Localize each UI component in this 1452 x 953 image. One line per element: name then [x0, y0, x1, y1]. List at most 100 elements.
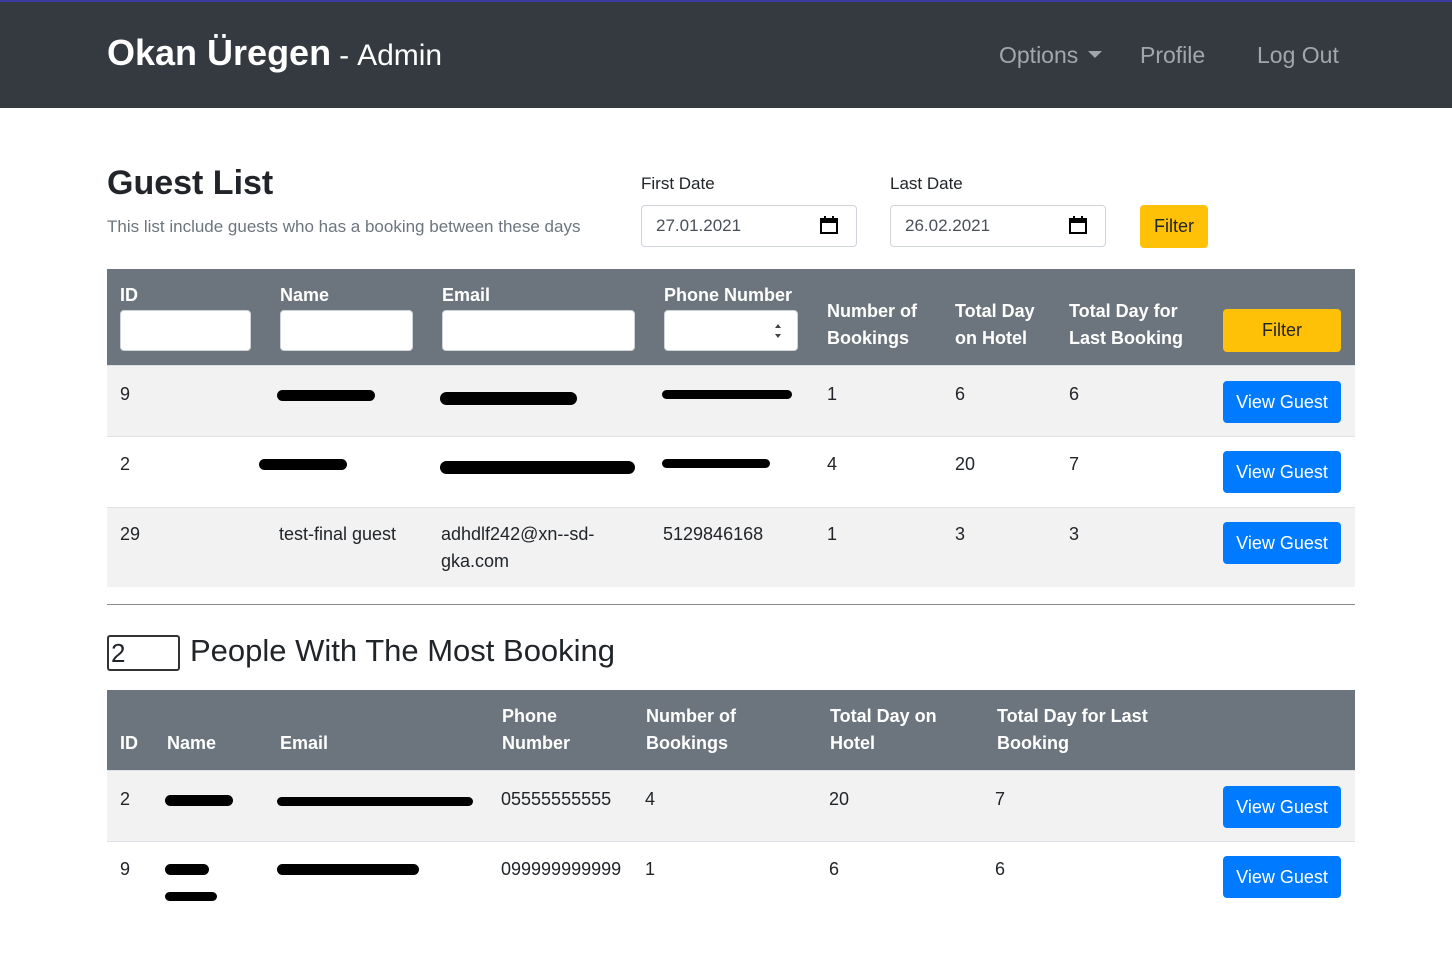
- view-guest-button[interactable]: View Guest: [1223, 381, 1341, 423]
- cell-bookings: 1: [827, 524, 838, 544]
- page-subtitle: This list include guests who has a booki…: [107, 217, 581, 236]
- header-bookings-line2: Bookings: [827, 328, 910, 348]
- cell-last-booking: 6: [995, 859, 1006, 879]
- header-phone-line2: Number: [502, 733, 571, 753]
- redacted-email: [440, 392, 577, 405]
- cell-total-days: 3: [955, 524, 966, 544]
- brand-name: Okan Üregen: [107, 32, 332, 73]
- calendar-icon[interactable]: [820, 216, 838, 234]
- header-bookings-line1: Number of: [646, 706, 736, 726]
- first-date-value: 27.01.2021: [656, 216, 742, 235]
- table-row: 29 test-final guest adhdlf242@xn--sd- gk…: [107, 507, 1355, 587]
- view-guest-button[interactable]: View Guest: [1223, 451, 1341, 493]
- header-bookings: Number of Bookings: [646, 703, 736, 757]
- options-label: Options: [999, 42, 1079, 68]
- redacted-email: [277, 797, 473, 806]
- section-title: People With The Most Booking: [190, 633, 616, 668]
- cell-last-booking: 7: [995, 789, 1006, 809]
- table-row: 2 05555555555 4 20 7 View Guest: [107, 770, 1355, 841]
- redacted-phone: [662, 390, 792, 399]
- cell-email-line2: gka.com: [441, 551, 510, 571]
- name-filter-input[interactable]: [280, 310, 413, 351]
- cell-name: test-final guest: [279, 524, 397, 544]
- redacted-email: [440, 461, 635, 474]
- cell-bookings: 1: [827, 384, 838, 404]
- redacted-email: [277, 864, 419, 875]
- table-filter-button[interactable]: Filter: [1223, 309, 1341, 352]
- brand-role: Admin: [357, 39, 443, 72]
- header-last-booking: Total Day for Last Booking: [1069, 298, 1183, 352]
- header-email: Email: [280, 733, 329, 753]
- cell-last-booking: 7: [1069, 454, 1080, 474]
- header-total-line1: Total Day on: [830, 706, 937, 726]
- header-total-days: Total Day on Hotel: [830, 703, 937, 757]
- id-filter-input[interactable]: [120, 310, 251, 351]
- cell-id: 9: [120, 859, 131, 879]
- cell-id: 29: [120, 524, 141, 544]
- last-date-input[interactable]: 26.02.2021: [890, 205, 1106, 247]
- table-row: 2 4 20 7 View Guest: [107, 436, 1355, 507]
- cell-total-days: 20: [955, 454, 976, 474]
- date-filter-button[interactable]: Filter: [1140, 205, 1208, 248]
- header-total-line2: on Hotel: [955, 328, 1027, 348]
- brand[interactable]: Okan Üregen - Admin: [107, 32, 442, 74]
- redacted-name: [259, 459, 347, 470]
- header-phone: Phone Number: [664, 285, 793, 305]
- header-last-line2: Last Booking: [1069, 328, 1184, 348]
- header-last-booking: Total Day for Last Booking: [997, 703, 1148, 757]
- header-last-line2: Booking: [997, 733, 1069, 753]
- cell-phone: 5129846168: [663, 524, 764, 544]
- cell-email: adhdlf242@xn--sd- gka.com: [441, 521, 594, 575]
- cell-email-line1: adhdlf242@xn--sd-: [441, 524, 595, 544]
- navbar: Okan Üregen - Admin Options Profile Log Ou…: [0, 2, 1452, 108]
- header-total-days: Total Day on Hotel: [955, 298, 1035, 352]
- redacted-name: [165, 795, 233, 806]
- calendar-icon[interactable]: [1069, 216, 1087, 234]
- first-date-label: First Date: [641, 174, 715, 193]
- guest-table-header: ID Name Email Phone Number Number of Boo…: [107, 269, 1355, 365]
- cell-phone: 099999999999: [501, 859, 622, 879]
- section-divider: [107, 604, 1355, 605]
- cell-bookings: 4: [645, 789, 656, 809]
- number-spinner-icon[interactable]: [773, 320, 783, 342]
- view-guest-button[interactable]: View Guest: [1223, 522, 1341, 564]
- header-id: ID: [120, 733, 138, 753]
- cell-last-booking: 6: [1069, 384, 1080, 404]
- header-bookings: Number of Bookings: [827, 298, 917, 352]
- cell-phone: 05555555555: [501, 789, 612, 809]
- redacted-name-line2: [165, 892, 217, 901]
- header-last-line1: Total Day for: [1069, 301, 1178, 321]
- header-total-line2: Hotel: [830, 733, 875, 753]
- chevron-down-icon: [1088, 51, 1103, 59]
- top-bookers-header: ID Name Email Phone Number Number of Boo…: [107, 690, 1355, 770]
- header-last-line1: Total Day for Last: [997, 706, 1148, 726]
- header-name: Name: [167, 733, 217, 753]
- header-total-line1: Total Day: [955, 301, 1035, 321]
- cell-total-days: 20: [829, 789, 850, 809]
- cell-id: 2: [120, 789, 131, 809]
- brand-separator: -: [339, 39, 350, 72]
- cell-last-booking: 3: [1069, 524, 1080, 544]
- table-row: 9 099999999999 1 6 6 View Guest: [107, 841, 1355, 921]
- cell-id: 2: [120, 454, 131, 474]
- view-guest-button[interactable]: View Guest: [1223, 856, 1341, 898]
- options-dropdown[interactable]: Options: [999, 42, 1103, 69]
- redacted-name: [277, 390, 375, 401]
- view-guest-button[interactable]: View Guest: [1223, 786, 1341, 828]
- profile-link[interactable]: Profile: [1140, 42, 1205, 69]
- last-date-value: 26.02.2021: [905, 216, 991, 235]
- cell-id: 9: [120, 384, 131, 404]
- email-filter-input[interactable]: [442, 310, 635, 351]
- redacted-phone: [662, 459, 770, 468]
- cell-bookings: 4: [827, 454, 838, 474]
- phone-filter-input[interactable]: [664, 310, 798, 351]
- first-date-input[interactable]: 27.01.2021: [641, 205, 857, 247]
- cell-bookings: 1: [645, 859, 656, 879]
- header-phone-line1: Phone: [502, 706, 558, 726]
- top-count-input[interactable]: 2: [107, 635, 180, 671]
- table-row: 9 1 6 6 View Guest: [107, 365, 1355, 436]
- cell-total-days: 6: [955, 384, 966, 404]
- logout-link[interactable]: Log Out: [1257, 42, 1339, 69]
- header-email: Email: [442, 285, 491, 305]
- last-date-label: Last Date: [890, 174, 963, 193]
